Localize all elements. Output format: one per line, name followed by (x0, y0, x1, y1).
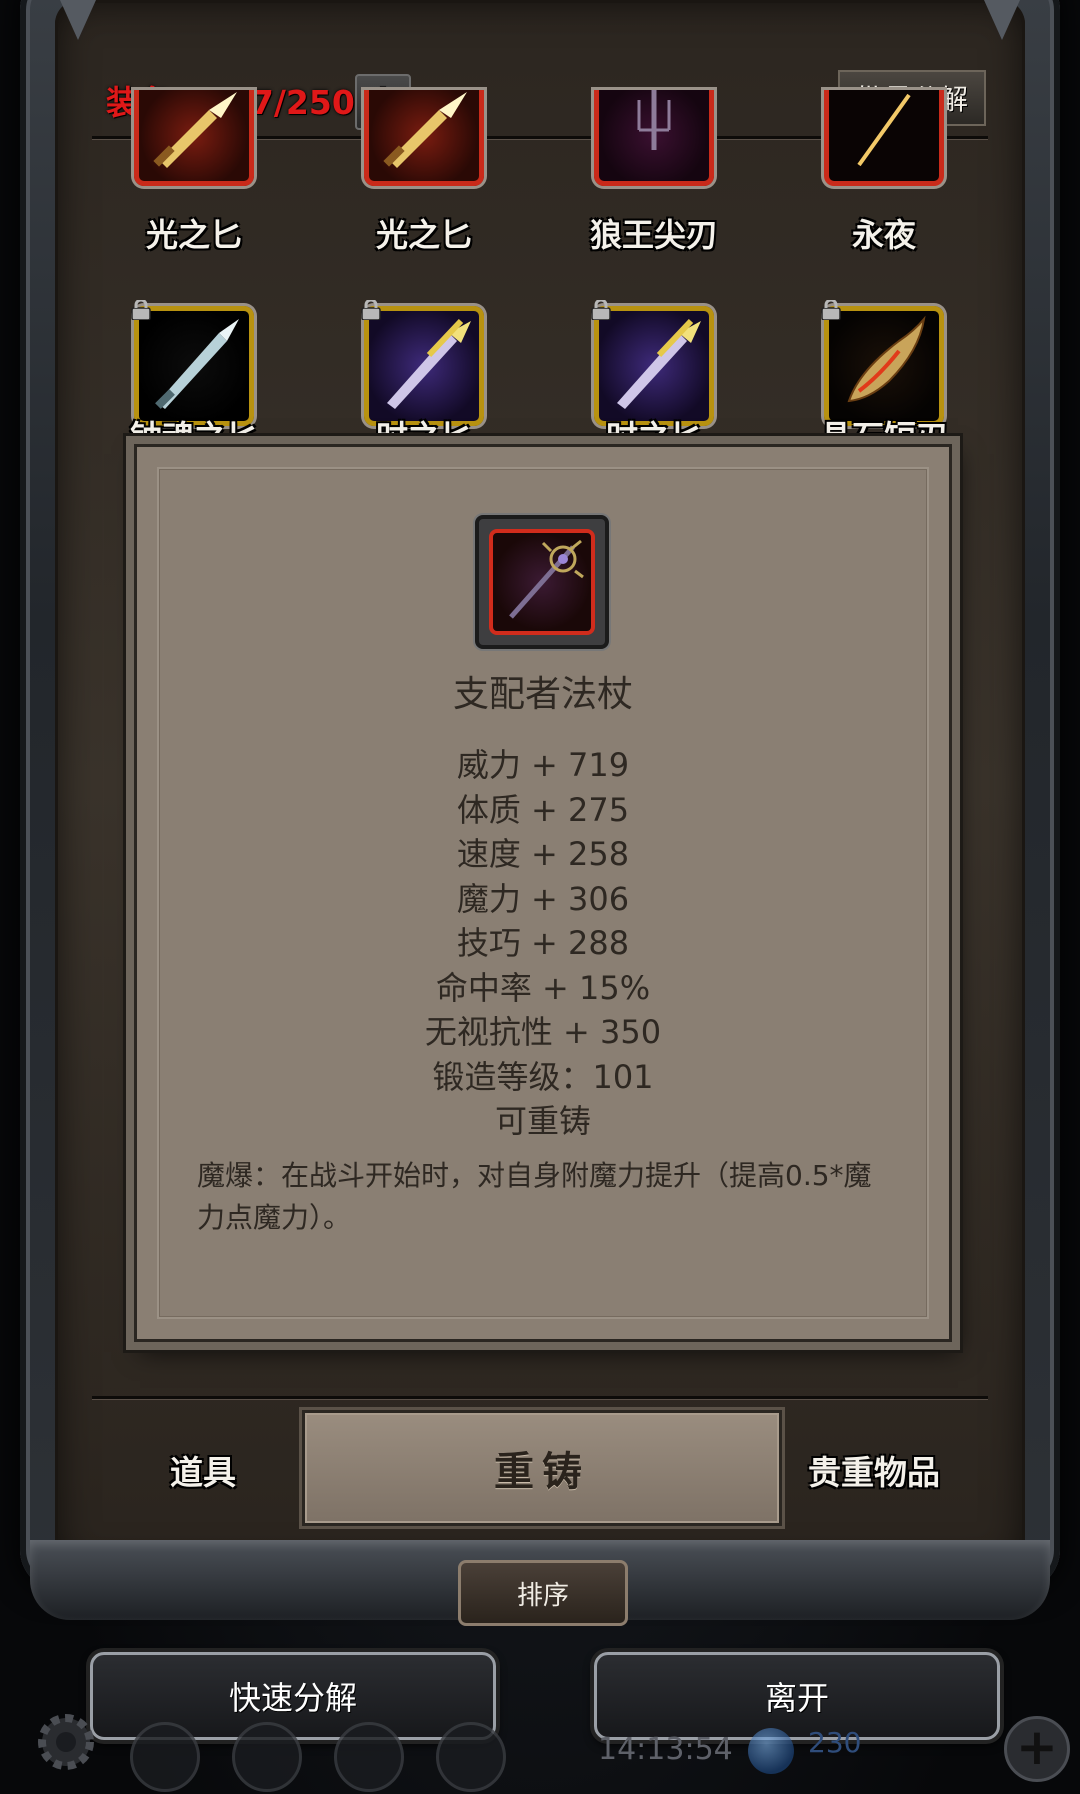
item-slot (824, 306, 944, 426)
item-icon-frame (475, 515, 609, 649)
stat-line: 速度 + 258 (456, 835, 630, 873)
item-slot (824, 90, 944, 186)
menu-circle[interactable] (436, 1722, 506, 1792)
blade-icon (857, 93, 911, 167)
item-name: 永夜 (851, 216, 916, 254)
reforge-button[interactable]: 重铸 (302, 1410, 782, 1526)
leave-button[interactable]: 离开 (594, 1652, 1000, 1740)
item-slot (594, 306, 714, 426)
inventory-item[interactable]: 光之匕 (364, 90, 484, 260)
dagger-icon (617, 318, 701, 409)
item-slot (594, 90, 714, 186)
menu-circle[interactable] (232, 1722, 302, 1792)
stat-line: 技巧 + 288 (456, 924, 630, 962)
stat-line: 无视抗性 + 350 (424, 1013, 662, 1051)
stat-line: 可重铸 (494, 1102, 591, 1140)
item-slot (364, 306, 484, 426)
dagger-icon (153, 92, 237, 168)
inventory-item[interactable]: 时之匕 (591, 300, 714, 456)
inventory-item[interactable]: 时之匕 (361, 300, 484, 456)
game-screen: 装备：267/250 + 批量分解 光之匕 光之匕 (0, 0, 1080, 1794)
item-name: 光之匕 (145, 216, 242, 254)
item-icon (489, 529, 595, 635)
frame-spike (984, 0, 1020, 40)
stat-line: 魔力 + 306 (456, 879, 630, 918)
gear-icon[interactable] (30, 1706, 102, 1778)
lock-icon (361, 300, 381, 320)
dagger-icon (155, 319, 239, 409)
gem-count: 230 (808, 1726, 862, 1759)
stat-line: 威力 + 719 (456, 746, 630, 784)
gem-icon (748, 1728, 794, 1774)
lock-icon (591, 300, 611, 320)
stat-line: 锻造等级：101 (432, 1057, 654, 1096)
item-slot (364, 90, 484, 186)
stats-list: 威力 + 719 体质 + 275 速度 + 258 魔力 + 306 技巧 +… (137, 743, 949, 1144)
inventory-item[interactable]: 狼王尖刃 (590, 90, 718, 260)
stat-line: 命中率 + 15% (435, 968, 651, 1007)
inventory-item[interactable]: 光之匕 (134, 90, 254, 260)
item-description: 魔爆：在战斗开始时，对自身附魔力提升（提高0.5*魔力点魔力）。 (197, 1159, 872, 1234)
item-slot (134, 90, 254, 186)
menu-circle[interactable] (334, 1722, 404, 1792)
item-slot (134, 306, 254, 426)
divider (92, 1396, 988, 1399)
sort-button[interactable]: 排序 (458, 1560, 628, 1626)
lock-icon (821, 300, 841, 320)
item-name: 光之匕 (375, 216, 472, 254)
inventory-item[interactable]: 晶石短刃 (820, 300, 948, 456)
inventory-item[interactable]: 永夜 (824, 90, 944, 260)
tab-valuables[interactable]: 贵重物品 (808, 1446, 940, 1494)
trident-icon (637, 90, 671, 150)
frame-spike (60, 0, 96, 40)
curved-blade-icon (847, 315, 926, 403)
plus-icon[interactable]: + (1004, 1716, 1070, 1782)
dagger-icon (383, 92, 467, 168)
dagger-icon (387, 318, 471, 409)
menu-circle[interactable] (130, 1722, 200, 1792)
stat-line: 体质 + 275 (456, 790, 630, 829)
staff-icon (509, 539, 584, 619)
inventory-item[interactable]: 钟魂之匕 (130, 300, 258, 456)
clock: 14:13:54 (598, 1732, 733, 1767)
item-title: 支配者法杖 (452, 674, 633, 715)
item-name: 狼王尖刃 (589, 216, 718, 254)
lock-icon (131, 300, 151, 320)
tab-items[interactable]: 道具 (170, 1446, 236, 1494)
item-tooltip: 支配者法杖 威力 + 719 体质 + 275 速度 + 258 魔力 + 30… (134, 444, 952, 1342)
